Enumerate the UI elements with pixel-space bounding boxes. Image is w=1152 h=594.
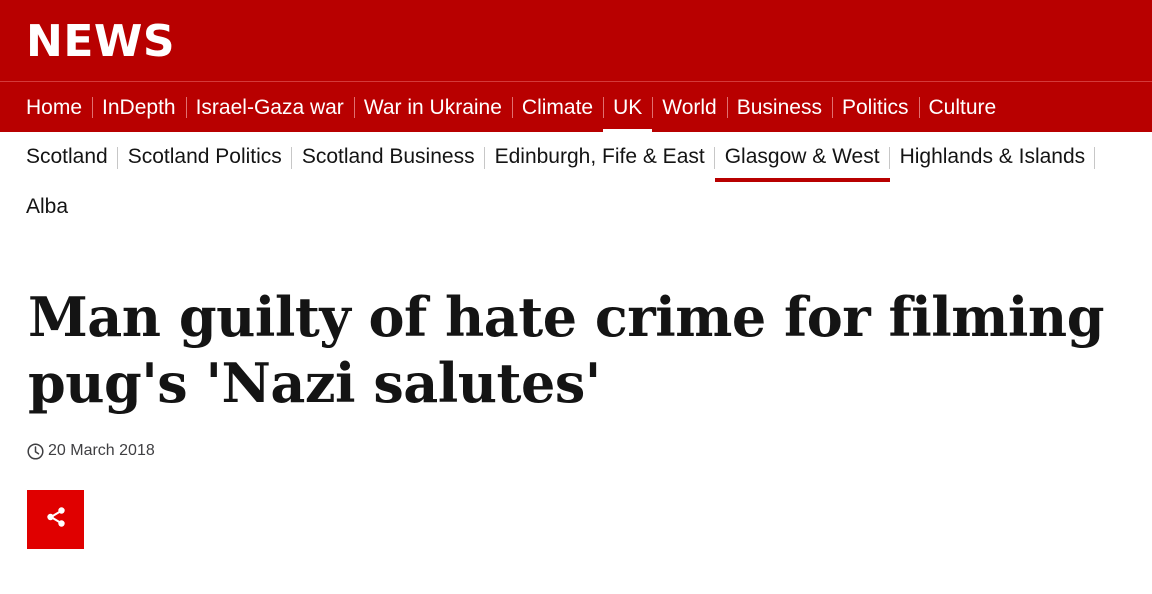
subnav-item-alba[interactable]: Alba (16, 182, 78, 232)
nav-item-business[interactable]: Business (726, 82, 832, 133)
article-dateline: 20 March 2018 (27, 442, 155, 460)
secondary-nav: Scotland Scotland Politics Scotland Busi… (0, 132, 1152, 232)
article-date: 20 March 2018 (48, 442, 155, 459)
clock-icon (27, 442, 44, 460)
nav-item-culture[interactable]: Culture (918, 82, 1007, 133)
masthead: NEWS Home InDepth Israel-Gaza war War in… (0, 0, 1152, 133)
share-button[interactable] (27, 490, 84, 549)
subnav-item-scotland[interactable]: Scotland (16, 132, 118, 182)
nav-item-indepth[interactable]: InDepth (92, 82, 186, 133)
subnav-item-scotland-business[interactable]: Scotland Business (292, 132, 485, 182)
subnav-item-highlands-islands[interactable]: Highlands & Islands (890, 132, 1096, 182)
logo-row: NEWS (0, 0, 1152, 82)
nav-item-climate[interactable]: Climate (511, 82, 603, 133)
nav-item-world[interactable]: World (652, 82, 726, 133)
article-headline: Man guilty of hate crime for filming pug… (28, 285, 1104, 415)
news-logo[interactable]: NEWS (26, 17, 175, 67)
subnav-item-edinburgh-fife-east[interactable]: Edinburgh, Fife & East (485, 132, 715, 182)
subnav-item-scotland-politics[interactable]: Scotland Politics (118, 132, 292, 182)
share-icon (45, 506, 67, 533)
nav-item-war-in-ukraine[interactable]: War in Ukraine (353, 82, 512, 133)
nav-item-uk[interactable]: UK (603, 82, 653, 133)
nav-item-israel-gaza-war[interactable]: Israel-Gaza war (185, 82, 354, 133)
subnav-item-glasgow-west[interactable]: Glasgow & West (714, 132, 890, 182)
nav-item-home[interactable]: Home (16, 82, 92, 133)
nav-item-politics[interactable]: Politics (831, 82, 919, 133)
primary-nav: Home InDepth Israel-Gaza war War in Ukra… (0, 82, 1152, 133)
